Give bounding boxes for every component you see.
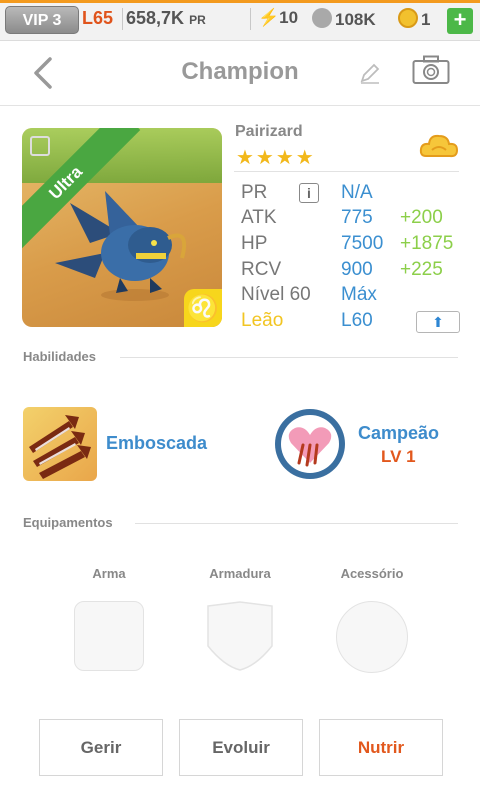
- page-title: Champion: [181, 58, 299, 85]
- vip-badge[interactable]: VIP 3: [5, 6, 79, 34]
- stat-bonus-rcv: +225: [400, 259, 443, 280]
- section-divider: [120, 357, 458, 358]
- silver-coin-icon: [312, 8, 332, 28]
- gold-coin-icon: [398, 8, 418, 28]
- monster-portrait[interactable]: Ultra ♌: [22, 128, 222, 327]
- page-header: Champion: [0, 41, 480, 106]
- armor-slot[interactable]: [204, 600, 276, 672]
- add-currency-button[interactable]: +: [447, 8, 473, 34]
- star-rating: ★★★★: [236, 147, 316, 169]
- player-level: L65: [82, 8, 114, 28]
- section-divider: [135, 523, 458, 524]
- section-title-equipment: Equipamentos: [23, 515, 113, 530]
- divider: [250, 8, 251, 30]
- accessory-slot[interactable]: [336, 601, 408, 673]
- stat-bonus-hp: +1875: [400, 233, 454, 254]
- monster-name: Pairizard: [235, 123, 303, 140]
- stat-bonus-atk: +200: [400, 207, 443, 228]
- slot-label-weapon: Arma: [92, 566, 126, 581]
- divider: [122, 8, 123, 30]
- skill-name-ambush[interactable]: Emboscada: [106, 433, 207, 454]
- monster-image: [55, 191, 187, 301]
- stat-value-level: Máx: [341, 284, 377, 305]
- heart-claw-icon: [288, 427, 332, 467]
- zodiac-leo-icon: ♌: [184, 289, 222, 327]
- sign-upgrade-button[interactable]: ⬆: [416, 311, 460, 333]
- card-icon: [30, 136, 50, 156]
- camera-icon[interactable]: [412, 55, 450, 85]
- feed-button[interactable]: Nutrir: [319, 719, 443, 776]
- slot-label-armor: Armadura: [209, 566, 271, 581]
- gem-counter: 1: [398, 8, 430, 30]
- skill-icon-ambush[interactable]: [23, 407, 97, 481]
- player-power: 658,7K PR: [126, 8, 206, 29]
- stat-value-atk: 775: [341, 207, 373, 228]
- stat-label-atk: ATK: [241, 207, 277, 228]
- cloud-element-icon: [419, 134, 459, 158]
- manage-button[interactable]: Gerir: [39, 719, 163, 776]
- info-icon[interactable]: i: [299, 183, 319, 203]
- slot-label-accessory: Acessório: [340, 566, 404, 581]
- section-title-skills: Habilidades: [23, 349, 96, 364]
- stat-value-rcv: 900: [341, 259, 373, 280]
- status-bar: VIP 3 L65 658,7K PR ⚡10 108K 1 +: [0, 0, 480, 41]
- skill-name-champion[interactable]: Campeão: [358, 423, 439, 444]
- energy-counter: ⚡10: [258, 8, 298, 28]
- power-value: 658,7K: [126, 8, 185, 28]
- gem-value: 1: [421, 10, 431, 29]
- top-accent-line: [0, 0, 480, 3]
- stat-label-pr: PR: [241, 182, 268, 203]
- stat-label-hp: HP: [241, 233, 268, 254]
- claw-arrows-icon: [29, 415, 91, 479]
- up-arrow-icon: ⬆: [432, 314, 444, 330]
- skill-icon-inner: [281, 415, 339, 473]
- stat-label-sign: Leão: [241, 310, 284, 331]
- info-divider: [234, 171, 459, 172]
- stat-value-hp: 7500: [341, 233, 384, 254]
- skill-icon-champion[interactable]: [275, 409, 345, 479]
- energy-value: 10: [279, 8, 299, 27]
- stat-label-rcv: RCV: [241, 259, 282, 280]
- evolve-button[interactable]: Evoluir: [179, 719, 303, 776]
- stat-value-pr: N/A: [341, 182, 373, 203]
- silver-counter: 108K: [312, 8, 376, 30]
- power-unit: PR: [189, 13, 206, 27]
- stat-label-level: Nível 60: [241, 284, 311, 305]
- weapon-slot[interactable]: [74, 601, 144, 671]
- stat-value-sign: L60: [341, 310, 373, 331]
- skill-level: LV 1: [381, 447, 416, 466]
- silver-value: 108K: [335, 10, 376, 29]
- lightning-icon: ⚡: [258, 8, 280, 27]
- edit-pencil-icon[interactable]: [358, 61, 382, 85]
